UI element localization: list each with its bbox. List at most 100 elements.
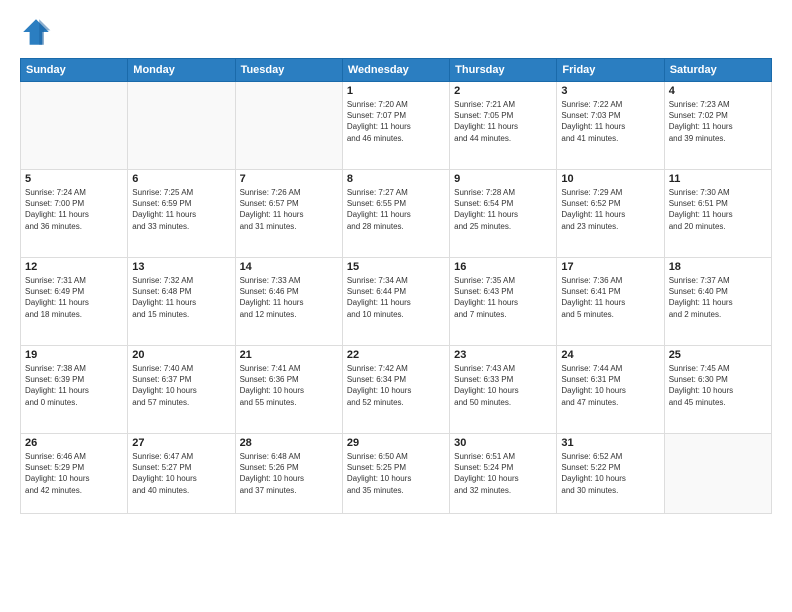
- day-number: 29: [347, 437, 445, 449]
- day-info: Sunrise: 6:47 AM Sunset: 5:27 PM Dayligh…: [132, 451, 230, 496]
- day-info: Sunrise: 7:28 AM Sunset: 6:54 PM Dayligh…: [454, 187, 552, 232]
- day-number: 12: [25, 261, 123, 273]
- day-number: 24: [561, 349, 659, 361]
- day-number: 3: [561, 85, 659, 97]
- day-info: Sunrise: 7:37 AM Sunset: 6:40 PM Dayligh…: [669, 275, 767, 320]
- day-number: 7: [240, 173, 338, 185]
- day-cell: 1Sunrise: 7:20 AM Sunset: 7:07 PM Daylig…: [342, 82, 449, 170]
- day-info: Sunrise: 7:23 AM Sunset: 7:02 PM Dayligh…: [669, 99, 767, 144]
- day-cell: [235, 82, 342, 170]
- weekday-header-friday: Friday: [557, 59, 664, 82]
- day-cell: 29 Sunrise: 6:50 AM Sunset: 5:25 PM Dayli…: [342, 434, 449, 514]
- day-cell: 10 Sunrise: 7:29 AM Sunset: 6:52 PM Dayli…: [557, 170, 664, 258]
- day-number: 17: [561, 261, 659, 273]
- day-cell: 17 Sunrise: 7:36 AM Sunset: 6:41 PM Dayli…: [557, 258, 664, 346]
- calendar-body: 1Sunrise: 7:20 AM Sunset: 7:07 PM Daylig…: [21, 82, 772, 514]
- day-cell: 12 Sunrise: 7:31 AM Sunset: 6:49 PM Dayli…: [21, 258, 128, 346]
- day-info: Sunrise: 6:51 AM Sunset: 5:24 PM Dayligh…: [454, 451, 552, 496]
- day-cell: 27 Sunrise: 6:47 AM Sunset: 5:27 PM Dayli…: [128, 434, 235, 514]
- day-info: Sunrise: 7:35 AM Sunset: 6:43 PM Dayligh…: [454, 275, 552, 320]
- day-cell: 9 Sunrise: 7:28 AM Sunset: 6:54 PM Daylig…: [450, 170, 557, 258]
- day-info: Sunrise: 7:29 AM Sunset: 6:52 PM Dayligh…: [561, 187, 659, 232]
- day-number: 14: [240, 261, 338, 273]
- weekday-header-wednesday: Wednesday: [342, 59, 449, 82]
- day-info: Sunrise: 7:42 AM Sunset: 6:34 PM Dayligh…: [347, 363, 445, 408]
- day-number: 22: [347, 349, 445, 361]
- day-cell: 7 Sunrise: 7:26 AM Sunset: 6:57 PM Daylig…: [235, 170, 342, 258]
- day-cell: 24 Sunrise: 7:44 AM Sunset: 6:31 PM Dayli…: [557, 346, 664, 434]
- day-number: 28: [240, 437, 338, 449]
- day-cell: 8Sunrise: 7:27 AM Sunset: 6:55 PM Daylig…: [342, 170, 449, 258]
- day-info: Sunrise: 7:25 AM Sunset: 6:59 PM Dayligh…: [132, 187, 230, 232]
- day-number: 15: [347, 261, 445, 273]
- day-cell: [128, 82, 235, 170]
- day-number: 27: [132, 437, 230, 449]
- day-info: Sunrise: 7:26 AM Sunset: 6:57 PM Dayligh…: [240, 187, 338, 232]
- day-number: 19: [25, 349, 123, 361]
- logo-icon: [20, 16, 52, 48]
- day-info: Sunrise: 6:46 AM Sunset: 5:29 PM Dayligh…: [25, 451, 123, 496]
- day-info: Sunrise: 6:48 AM Sunset: 5:26 PM Dayligh…: [240, 451, 338, 496]
- day-cell: 20 Sunrise: 7:40 AM Sunset: 6:37 PM Dayli…: [128, 346, 235, 434]
- day-number: 30: [454, 437, 552, 449]
- day-info: Sunrise: 6:50 AM Sunset: 5:25 PM Dayligh…: [347, 451, 445, 496]
- weekday-header-monday: Monday: [128, 59, 235, 82]
- logo: [20, 16, 56, 48]
- day-number: 4: [669, 85, 767, 97]
- week-row-2: 12 Sunrise: 7:31 AM Sunset: 6:49 PM Dayli…: [21, 258, 772, 346]
- day-cell: 14Sunrise: 7:33 AM Sunset: 6:46 PM Dayli…: [235, 258, 342, 346]
- page: SundayMondayTuesdayWednesdayThursdayFrid…: [0, 0, 792, 612]
- day-info: Sunrise: 7:31 AM Sunset: 6:49 PM Dayligh…: [25, 275, 123, 320]
- day-number: 16: [454, 261, 552, 273]
- header: [20, 16, 772, 48]
- day-info: Sunrise: 7:27 AM Sunset: 6:55 PM Dayligh…: [347, 187, 445, 232]
- day-cell: 3 Sunrise: 7:22 AM Sunset: 7:03 PM Daylig…: [557, 82, 664, 170]
- day-number: 6: [132, 173, 230, 185]
- day-cell: 21 Sunrise: 7:41 AM Sunset: 6:36 PM Dayli…: [235, 346, 342, 434]
- day-cell: 5Sunrise: 7:24 AM Sunset: 7:00 PM Daylig…: [21, 170, 128, 258]
- day-info: Sunrise: 7:38 AM Sunset: 6:39 PM Dayligh…: [25, 363, 123, 408]
- day-cell: 28 Sunrise: 6:48 AM Sunset: 5:26 PM Dayli…: [235, 434, 342, 514]
- day-cell: 22 Sunrise: 7:42 AM Sunset: 6:34 PM Dayli…: [342, 346, 449, 434]
- day-cell: 23 Sunrise: 7:43 AM Sunset: 6:33 PM Dayli…: [450, 346, 557, 434]
- day-info: Sunrise: 7:21 AM Sunset: 7:05 PM Dayligh…: [454, 99, 552, 144]
- day-number: 9: [454, 173, 552, 185]
- day-cell: 11 Sunrise: 7:30 AM Sunset: 6:51 PM Dayli…: [664, 170, 771, 258]
- calendar-table: SundayMondayTuesdayWednesdayThursdayFrid…: [20, 58, 772, 514]
- day-info: Sunrise: 7:44 AM Sunset: 6:31 PM Dayligh…: [561, 363, 659, 408]
- day-number: 23: [454, 349, 552, 361]
- day-number: 10: [561, 173, 659, 185]
- day-cell: 6 Sunrise: 7:25 AM Sunset: 6:59 PM Daylig…: [128, 170, 235, 258]
- day-cell: [664, 434, 771, 514]
- day-cell: 30 Sunrise: 6:51 AM Sunset: 5:24 PM Dayli…: [450, 434, 557, 514]
- week-row-0: 1Sunrise: 7:20 AM Sunset: 7:07 PM Daylig…: [21, 82, 772, 170]
- weekday-header-saturday: Saturday: [664, 59, 771, 82]
- day-info: Sunrise: 7:43 AM Sunset: 6:33 PM Dayligh…: [454, 363, 552, 408]
- day-cell: 13 Sunrise: 7:32 AM Sunset: 6:48 PM Dayli…: [128, 258, 235, 346]
- week-row-3: 19 Sunrise: 7:38 AM Sunset: 6:39 PM Dayli…: [21, 346, 772, 434]
- weekday-row: SundayMondayTuesdayWednesdayThursdayFrid…: [21, 59, 772, 82]
- day-number: 11: [669, 173, 767, 185]
- day-info: Sunrise: 7:36 AM Sunset: 6:41 PM Dayligh…: [561, 275, 659, 320]
- day-number: 26: [25, 437, 123, 449]
- day-info: Sunrise: 7:41 AM Sunset: 6:36 PM Dayligh…: [240, 363, 338, 408]
- day-number: 20: [132, 349, 230, 361]
- day-cell: [21, 82, 128, 170]
- day-number: 13: [132, 261, 230, 273]
- day-number: 2: [454, 85, 552, 97]
- day-info: Sunrise: 6:52 AM Sunset: 5:22 PM Dayligh…: [561, 451, 659, 496]
- day-cell: 4 Sunrise: 7:23 AM Sunset: 7:02 PM Daylig…: [664, 82, 771, 170]
- day-number: 21: [240, 349, 338, 361]
- day-info: Sunrise: 7:22 AM Sunset: 7:03 PM Dayligh…: [561, 99, 659, 144]
- day-cell: 26 Sunrise: 6:46 AM Sunset: 5:29 PM Dayli…: [21, 434, 128, 514]
- day-info: Sunrise: 7:40 AM Sunset: 6:37 PM Dayligh…: [132, 363, 230, 408]
- day-info: Sunrise: 7:34 AM Sunset: 6:44 PM Dayligh…: [347, 275, 445, 320]
- day-cell: 15 Sunrise: 7:34 AM Sunset: 6:44 PM Dayli…: [342, 258, 449, 346]
- day-info: Sunrise: 7:32 AM Sunset: 6:48 PM Dayligh…: [132, 275, 230, 320]
- day-number: 25: [669, 349, 767, 361]
- day-number: 1: [347, 85, 445, 97]
- week-row-4: 26 Sunrise: 6:46 AM Sunset: 5:29 PM Dayli…: [21, 434, 772, 514]
- day-cell: 16 Sunrise: 7:35 AM Sunset: 6:43 PM Dayli…: [450, 258, 557, 346]
- day-info: Sunrise: 7:30 AM Sunset: 6:51 PM Dayligh…: [669, 187, 767, 232]
- day-cell: 31Sunrise: 6:52 AM Sunset: 5:22 PM Dayli…: [557, 434, 664, 514]
